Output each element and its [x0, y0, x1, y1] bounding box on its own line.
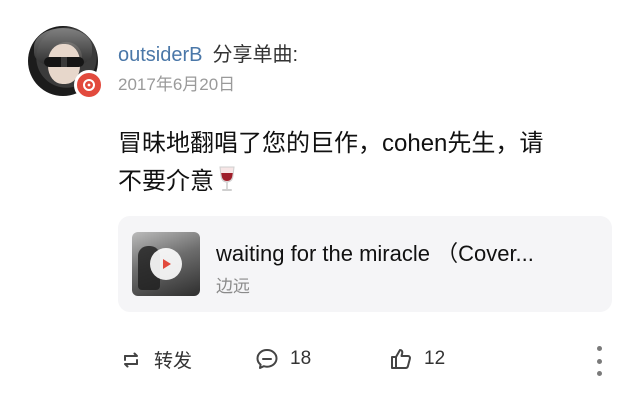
post-action-text: 分享单曲: — [212, 44, 299, 66]
more-dot — [596, 371, 602, 376]
avatar-glasses — [44, 57, 84, 67]
more-dot — [596, 346, 602, 351]
post-text: 冒昧地翻唱了您的巨作，cohen先生，请 不要介意 — [118, 130, 544, 195]
like-count: 12 — [424, 348, 446, 369]
comment-count: 18 — [290, 348, 312, 369]
wine-glass-icon — [216, 165, 238, 193]
repost-button[interactable]: 转发 — [118, 346, 192, 373]
music-badge-icon — [74, 70, 104, 100]
post-content: 冒昧地翻唱了您的巨作，cohen先生，请 不要介意 — [118, 125, 618, 201]
song-artist: 边远 — [216, 277, 250, 296]
repost-icon — [124, 352, 138, 367]
play-button[interactable] — [150, 248, 182, 280]
like-button[interactable]: 12 — [388, 346, 445, 372]
post-date: 2017年6月20日 — [118, 75, 236, 94]
comment-button[interactable]: 18 — [254, 346, 311, 372]
comment-icon — [256, 349, 278, 369]
more-dot — [596, 358, 602, 364]
play-icon — [163, 259, 171, 269]
post-header: outsiderB 分享单曲: — [118, 38, 298, 67]
username-link[interactable]: outsiderB — [118, 44, 203, 67]
thumbs-up-icon — [391, 349, 411, 369]
more-options-icon[interactable] — [590, 346, 608, 376]
shared-song-card[interactable]: waiting for the miracle （Cover... 边远 — [118, 216, 612, 312]
song-title: waiting for the miracle （Cover... — [216, 241, 534, 266]
repost-label: 转发 — [154, 351, 193, 372]
album-cover — [132, 232, 200, 296]
post-card: outsiderB 分享单曲: 2017年6月20日 冒昧地翻唱了您的巨作，co… — [0, 0, 640, 420]
action-bar: 转发 18 12 — [0, 340, 640, 384]
